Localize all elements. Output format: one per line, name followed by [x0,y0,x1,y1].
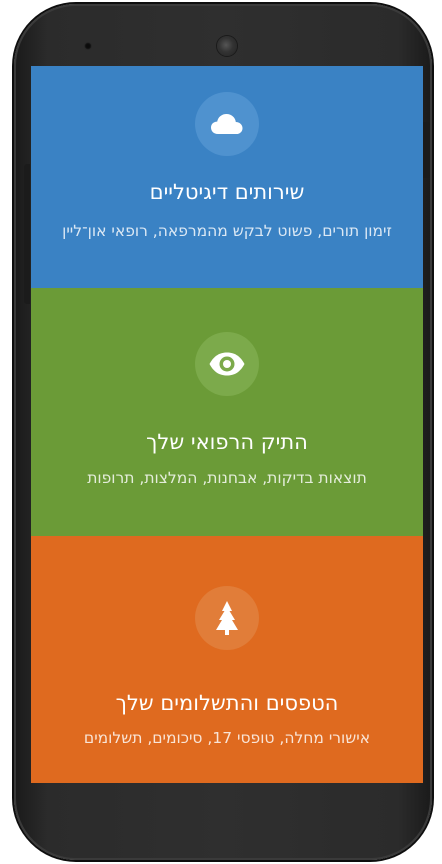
panel-forms-payments[interactable]: הטפסים והתשלומים שלך אישורי מחלה, טופסי … [31,536,423,783]
panel-title: התיק הרפואי שלך [146,430,308,454]
front-sensor [84,42,92,50]
panel-digital-services[interactable]: שירותים דיגיטליים זימון תורים, פשוט לבקש… [31,66,423,288]
phone-top-bezel [14,4,432,66]
panel-subtitle: תוצאות בדיקות, אבחנות, המלצות, תרופות [87,469,367,487]
tree-icon-circle [195,586,259,650]
cloud-icon [211,114,243,134]
phone-bottom-bezel [31,783,423,843]
panel-medical-record[interactable]: התיק הרפואי שלך תוצאות בדיקות, אבחנות, ה… [31,288,423,536]
panel-subtitle: אישורי מחלה, טופסי 17, סיכומים, תשלומים [83,729,371,747]
panel-subtitle: זימון תורים, פשוט לבקש מהמרפאה, רופאי או… [62,222,392,240]
cloud-icon-circle [195,92,259,156]
front-camera [217,36,237,56]
phone-screen: שירותים דיגיטליים זימון תורים, פשוט לבקש… [31,66,423,783]
power-button [422,122,430,178]
eye-icon [209,352,245,376]
volume-button [24,164,30,304]
eye-icon-circle [195,332,259,396]
tree-icon [216,601,238,635]
panel-title: שירותים דיגיטליים [149,180,305,204]
panel-title: הטפסים והתשלומים שלך [115,691,339,715]
